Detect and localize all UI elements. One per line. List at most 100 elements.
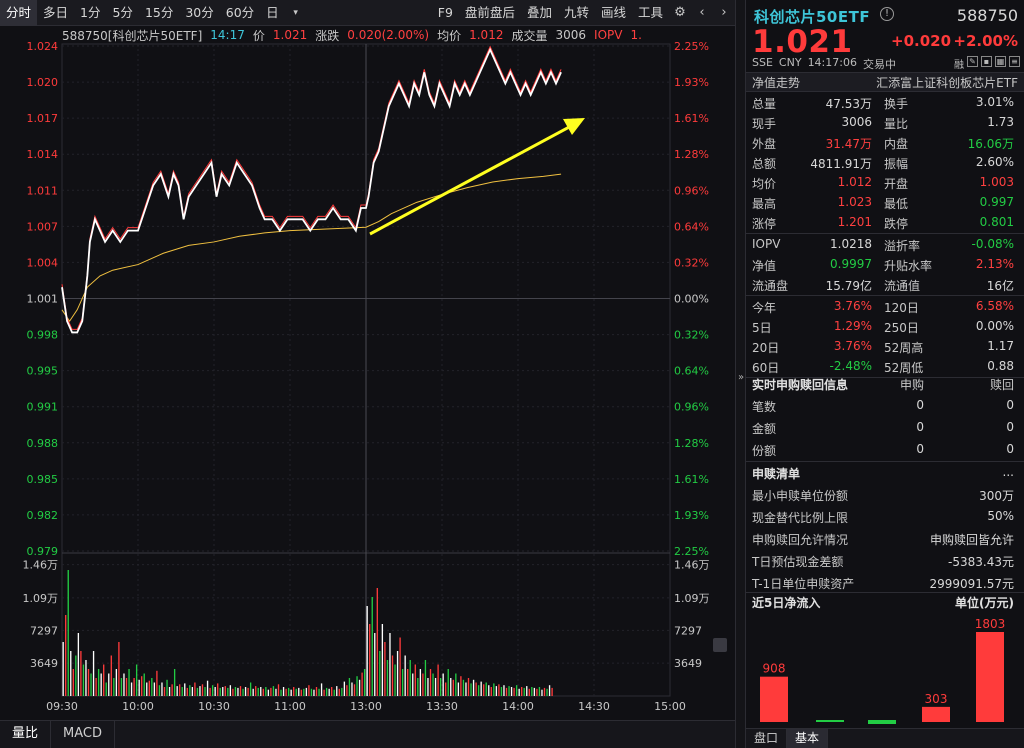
volume-bar bbox=[273, 686, 274, 696]
row-value: 15.79亿 bbox=[826, 277, 872, 294]
nav-trend-header[interactable]: 净值走势 汇添富上证科创板芯片ETF bbox=[746, 72, 1024, 92]
volume-bar bbox=[407, 669, 408, 696]
volume-bar bbox=[174, 669, 175, 696]
volume-tick-label: 7297 bbox=[30, 624, 58, 637]
tab-intraday[interactable]: 分时 bbox=[0, 0, 37, 26]
grid-icon[interactable]: ▦ bbox=[995, 56, 1006, 67]
row-label: 申购赎回允许情况 bbox=[752, 531, 848, 548]
volume-bar bbox=[303, 689, 304, 696]
volume-bar bbox=[551, 688, 552, 696]
nine-turn-button[interactable]: 九转 bbox=[558, 0, 595, 26]
gear-icon[interactable]: ⚙ bbox=[669, 0, 691, 26]
tab-order-book[interactable]: 盘口 bbox=[746, 729, 787, 748]
pct-tick-label: 0.32% bbox=[674, 256, 709, 269]
nav-trend-label[interactable]: 净值走势 bbox=[752, 74, 800, 91]
collapse-arrow-icon[interactable]: » bbox=[736, 372, 746, 383]
volume-bar bbox=[445, 683, 446, 697]
tab-1min[interactable]: 1分 bbox=[74, 0, 106, 26]
price-tick-label: 0.991 bbox=[27, 401, 59, 414]
pct-tick-label: 1.93% bbox=[674, 76, 709, 89]
volume-bar bbox=[235, 687, 236, 696]
f9-button[interactable]: F9 bbox=[432, 0, 459, 26]
info-iopv: 1. bbox=[630, 28, 641, 42]
volume-bar bbox=[242, 689, 243, 696]
chevron-right-icon[interactable]: › bbox=[713, 0, 735, 26]
volume-bar bbox=[389, 633, 390, 696]
time-tick-label: 14:00 bbox=[502, 700, 534, 713]
row-value: 0 bbox=[916, 420, 924, 434]
volume-bar bbox=[179, 684, 180, 696]
overlay-button[interactable]: 叠加 bbox=[521, 0, 558, 26]
row-value: 0 bbox=[1006, 420, 1014, 434]
tab-daily[interactable]: 日 bbox=[260, 0, 285, 26]
inflow-label: 908 bbox=[763, 662, 786, 676]
tab-macd[interactable]: MACD bbox=[51, 721, 115, 748]
edit-icon[interactable]: ✎ bbox=[967, 56, 978, 67]
list-icon[interactable]: ≡ bbox=[1009, 56, 1020, 67]
intraday-chart[interactable]: 1.0242.25%1.0201.93%1.0171.61%1.0141.28%… bbox=[0, 26, 735, 720]
row-value: 1.201 bbox=[838, 215, 872, 229]
triangle-down-icon[interactable]: ▾ bbox=[285, 0, 307, 26]
more-button[interactable]: ... bbox=[1003, 465, 1014, 479]
volume-bar bbox=[199, 686, 200, 696]
volume-bar bbox=[65, 615, 66, 696]
pin-icon[interactable]: ▪ bbox=[981, 56, 992, 67]
row-label: IOPV bbox=[752, 237, 780, 251]
pct-tick-label: 0.00% bbox=[674, 293, 709, 306]
volume-bar bbox=[296, 689, 297, 696]
pre-post-market-button[interactable]: 盘前盘后 bbox=[459, 0, 521, 26]
tools-button[interactable]: 工具 bbox=[632, 0, 669, 26]
chevron-left-icon[interactable]: ‹ bbox=[691, 0, 713, 26]
volume-bar bbox=[280, 690, 281, 696]
list-item: 现金替代比例上限50% bbox=[746, 505, 1024, 527]
volume-bar bbox=[166, 680, 167, 696]
performance-row: 今年3.76%120日6.58% bbox=[746, 296, 1024, 316]
volume-bar bbox=[184, 683, 185, 696]
volume-bar bbox=[111, 656, 112, 697]
quote-row: 外盘31.47万内盘16.06万 bbox=[746, 132, 1024, 152]
list-item: 最小申赎单位份额300万 bbox=[746, 483, 1024, 505]
quote-row: 总量47.53万换手3.01% bbox=[746, 92, 1024, 112]
volume-bar bbox=[379, 651, 380, 696]
volume-bar bbox=[506, 688, 507, 696]
annotation-arrow-shaft bbox=[370, 125, 573, 234]
tab-15min[interactable]: 15分 bbox=[139, 0, 179, 26]
pct-tick-label: 1.28% bbox=[674, 437, 709, 450]
volume-bar bbox=[306, 688, 307, 696]
volume-bar bbox=[192, 687, 193, 696]
volume-bar bbox=[103, 665, 104, 697]
info-circle-icon[interactable]: ! bbox=[880, 7, 894, 21]
security-meta: SSE CNY 14:17:06 交易中 bbox=[752, 56, 896, 72]
inflow-label: 1803 bbox=[975, 617, 1006, 631]
row-value: 6.58% bbox=[976, 299, 1014, 313]
tab-30min[interactable]: 30分 bbox=[179, 0, 219, 26]
row-value: 申购赎回皆允许 bbox=[930, 531, 1014, 548]
volume-bar bbox=[526, 686, 527, 696]
volume-bar bbox=[247, 688, 248, 696]
margin-badge[interactable]: 融 bbox=[954, 56, 964, 71]
volume-bar bbox=[164, 687, 165, 696]
volume-bar bbox=[108, 674, 109, 697]
volume-bar bbox=[420, 669, 421, 696]
price-tick-label: 1.020 bbox=[27, 76, 59, 89]
tab-60min[interactable]: 60分 bbox=[220, 0, 260, 26]
volume-bar bbox=[435, 678, 436, 696]
volume-bar bbox=[382, 624, 383, 696]
row-value: -0.08% bbox=[972, 237, 1014, 251]
tab-basic[interactable]: 基本 bbox=[787, 729, 828, 748]
price-tick-label: 0.982 bbox=[27, 509, 59, 522]
fund-full-name: 汇添富上证科创板芯片ETF bbox=[876, 74, 1018, 91]
indicator-tabs: 量比 MACD bbox=[0, 720, 735, 748]
tab-5min[interactable]: 5分 bbox=[106, 0, 138, 26]
draw-line-button[interactable]: 画线 bbox=[595, 0, 632, 26]
volume-bar bbox=[204, 687, 205, 696]
row-value: 0.88 bbox=[987, 359, 1014, 373]
tab-multi-day[interactable]: 多日 bbox=[37, 0, 74, 26]
row-value: 0.00% bbox=[976, 319, 1014, 333]
price-line bbox=[62, 50, 561, 333]
tab-volume-ratio[interactable]: 量比 bbox=[0, 721, 51, 748]
volume-bar bbox=[361, 673, 362, 696]
volume-tick-label: 3649 bbox=[30, 657, 58, 670]
volume-bar bbox=[253, 689, 254, 696]
performance-row: 5日1.29%250日0.00% bbox=[746, 316, 1024, 336]
